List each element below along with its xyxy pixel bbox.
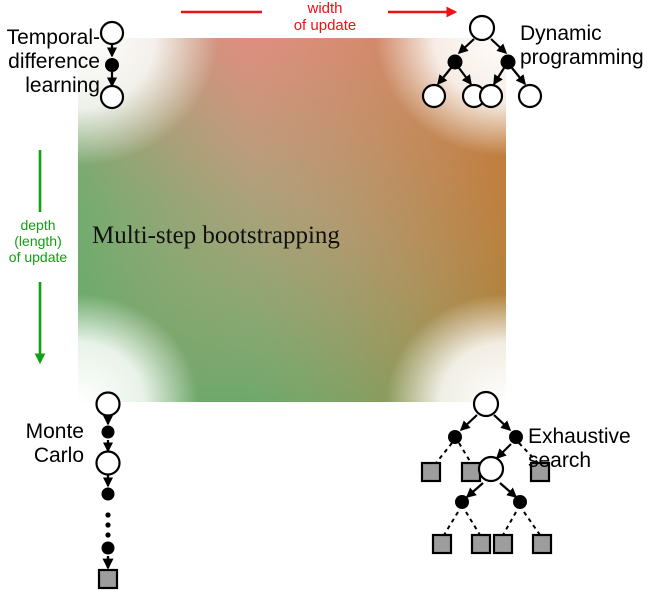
- node-state-open-root: [472, 390, 500, 418]
- node-action-filled: [513, 495, 527, 509]
- node-terminal-square: [460, 461, 482, 483]
- node-terminal-square: [531, 533, 553, 555]
- node-state-open: [478, 83, 504, 109]
- node-state-open-root: [468, 14, 496, 42]
- node-action-filled: [101, 487, 115, 501]
- ellipsis-dots: [105, 512, 111, 538]
- node-action-filled: [447, 54, 463, 70]
- label-multi-step-bootstrapping: Multi-step bootstrapping: [92, 222, 340, 249]
- node-terminal-square: [470, 533, 492, 555]
- node-action-filled: [101, 425, 115, 439]
- figure-canvas: Temporal- difference learning Dynamic pr…: [0, 0, 658, 597]
- label-temporal-difference-learning: Temporal- difference learning: [6, 26, 100, 97]
- node-state-open: [517, 83, 543, 109]
- node-state-open: [99, 20, 125, 46]
- node-action-filled: [105, 58, 119, 72]
- label-depth-of-update: depth (length) of update: [8, 217, 68, 265]
- node-terminal-square: [492, 533, 514, 555]
- node-terminal-square: [431, 533, 453, 555]
- node-state-open: [421, 83, 447, 109]
- node-state-open: [477, 455, 505, 483]
- label-exhaustive-search: Exhaustive search: [528, 425, 631, 472]
- label-monte-carlo: Monte Carlo: [25, 420, 84, 467]
- node-terminal-square: [97, 568, 119, 590]
- node-state-open: [95, 391, 121, 417]
- label-dynamic-programming: Dynamic programming: [520, 22, 644, 69]
- node-state-open: [95, 450, 121, 476]
- node-action-filled: [448, 430, 462, 444]
- node-action-filled: [509, 430, 523, 444]
- node-action-filled: [455, 495, 469, 509]
- node-terminal-square: [420, 461, 442, 483]
- label-width-of-update: width of update: [293, 0, 357, 35]
- node-action-filled: [500, 54, 516, 70]
- node-action-filled: [101, 541, 115, 555]
- node-state-open: [99, 84, 125, 110]
- monte-carlo-backup-diagram: [95, 391, 121, 590]
